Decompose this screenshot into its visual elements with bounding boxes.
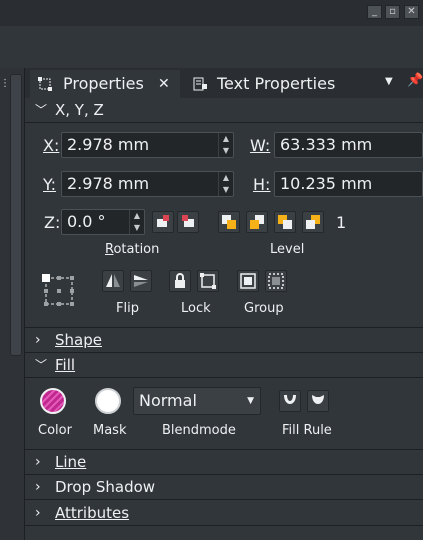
title-bar xyxy=(0,0,423,27)
chevron-down-icon: ▼ xyxy=(247,396,254,406)
y-input[interactable]: 2.978 mm ▲ ▼ xyxy=(61,171,234,197)
flip-horizontal-icon xyxy=(106,274,120,287)
fill-color-swatch[interactable] xyxy=(40,388,66,414)
z-input[interactable]: 0.0 ° ▲ ▼ xyxy=(61,209,145,235)
group-button[interactable] xyxy=(237,270,259,292)
raise-button[interactable] xyxy=(246,211,268,233)
basepoint-selector-icon[interactable] xyxy=(40,272,76,308)
pin-icon[interactable]: 📌 xyxy=(407,73,423,88)
rotate-left-button[interactable] xyxy=(152,211,174,233)
section-line-header[interactable]: › Line xyxy=(25,449,423,475)
blendmode-caption: Blendmode xyxy=(162,423,236,438)
section-xyz-header[interactable]: ﹀ X, Y, Z xyxy=(25,98,423,123)
x-input[interactable]: 2.978 mm ▲ ▼ xyxy=(61,132,234,158)
y-label: Y: xyxy=(43,175,57,194)
flip-caption: Flip xyxy=(116,301,139,316)
section-drop-shadow-header[interactable]: › Drop Shadow xyxy=(25,475,423,500)
level-caption: Level xyxy=(270,242,305,257)
dock-handle-icon[interactable]: ⋮ xyxy=(0,78,10,89)
fill-rule-nonzero-button[interactable] xyxy=(307,390,329,412)
mask-caption: Mask xyxy=(93,423,127,438)
color-caption: Color xyxy=(38,423,72,438)
section-label: X, Y, Z xyxy=(55,101,104,119)
lock-icon xyxy=(175,273,185,288)
lock-caption: Lock xyxy=(181,301,211,316)
raise-to-top-button[interactable] xyxy=(218,211,240,233)
text-properties-icon xyxy=(193,77,207,91)
tab-text-properties[interactable]: Text Properties xyxy=(185,70,370,98)
blendmode-value: Normal xyxy=(139,391,197,410)
h-value: 10.235 mm xyxy=(280,174,373,193)
w-label: W: xyxy=(250,136,271,155)
tab-close-icon[interactable]: ✕ xyxy=(158,70,170,98)
dropdown-arrow-icon[interactable]: ▼ xyxy=(385,76,393,87)
lower-icon xyxy=(278,215,292,229)
flip-horizontal-button[interactable] xyxy=(102,270,124,292)
section-attributes-header[interactable]: › Attributes xyxy=(25,501,423,526)
mask-swatch[interactable] xyxy=(95,388,121,414)
h-input[interactable]: 10.235 mm xyxy=(274,171,423,197)
raise-icon xyxy=(250,215,264,229)
chevron-right-icon: › xyxy=(35,479,41,495)
rotate-left-icon xyxy=(157,215,169,227)
section-label: Attributes xyxy=(55,504,130,522)
section-fill-header[interactable]: ﹀ Fill xyxy=(25,353,423,378)
chevron-right-icon: › xyxy=(35,332,41,348)
section-label: Drop Shadow xyxy=(55,478,156,496)
fill-rule-evenodd-button[interactable] xyxy=(279,390,301,412)
h-label: H: xyxy=(253,175,271,194)
x-value: 2.978 mm xyxy=(67,135,150,154)
lower-to-bottom-icon xyxy=(306,215,320,229)
lock-button[interactable] xyxy=(169,270,191,292)
toolbar xyxy=(0,26,423,69)
z-spinner[interactable]: ▲ ▼ xyxy=(129,210,144,234)
select-object-icon xyxy=(38,77,52,91)
tab-properties[interactable]: Properties ✕ xyxy=(30,70,180,98)
flip-vertical-icon xyxy=(134,275,148,287)
chevron-down-icon: ﹀ xyxy=(35,103,48,117)
minimize-icon[interactable]: _ xyxy=(367,5,382,19)
raise-to-top-icon xyxy=(222,215,236,229)
ungroup-icon xyxy=(268,273,284,289)
x-label: X: xyxy=(43,136,60,155)
rotate-right-button[interactable] xyxy=(177,211,199,233)
fill-rule-nonzero-icon xyxy=(312,395,324,404)
close-icon[interactable]: ✕ xyxy=(404,5,419,19)
tab-label: Properties xyxy=(63,74,144,93)
rotate-right-icon xyxy=(182,215,194,227)
rotation-caption: Rotation xyxy=(105,242,160,257)
section-label: Shape xyxy=(55,331,102,349)
fill-rule-caption: Fill Rule xyxy=(282,423,332,438)
ungroup-button[interactable] xyxy=(265,270,287,292)
section-label: Fill xyxy=(55,356,76,374)
y-value: 2.978 mm xyxy=(67,174,150,193)
w-input[interactable]: 63.333 mm xyxy=(274,132,423,158)
flip-vertical-button[interactable] xyxy=(130,270,152,292)
y-spinner[interactable]: ▲ ▼ xyxy=(218,172,233,196)
chevron-right-icon: › xyxy=(35,505,41,521)
chevron-right-icon: › xyxy=(35,454,41,470)
z-value: 0.0 ° xyxy=(67,212,106,231)
tab-label: Text Properties xyxy=(217,74,336,93)
section-shape-header[interactable]: › Shape xyxy=(25,327,423,353)
scrollbar-handle[interactable] xyxy=(10,74,22,356)
w-value: 63.333 mm xyxy=(280,135,373,154)
chevron-down-icon: ﹀ xyxy=(35,358,48,372)
lower-button[interactable] xyxy=(274,211,296,233)
restore-icon[interactable]: ▫ xyxy=(385,5,400,19)
lock-size-icon xyxy=(200,273,216,289)
group-caption: Group xyxy=(244,301,284,316)
z-label: Z: xyxy=(44,213,61,232)
section-label: Line xyxy=(55,453,87,471)
group-icon xyxy=(240,273,256,289)
lock-size-button[interactable] xyxy=(197,270,219,292)
level-value: 1 xyxy=(336,213,347,232)
lower-to-bottom-button[interactable] xyxy=(302,211,324,233)
fill-rule-evenodd-icon xyxy=(284,395,296,404)
x-spinner[interactable]: ▲ ▼ xyxy=(218,133,233,157)
tab-bar: Properties ✕ Text Properties ▼ 📌 xyxy=(25,68,423,99)
blendmode-select[interactable]: Normal ▼ xyxy=(133,387,261,415)
